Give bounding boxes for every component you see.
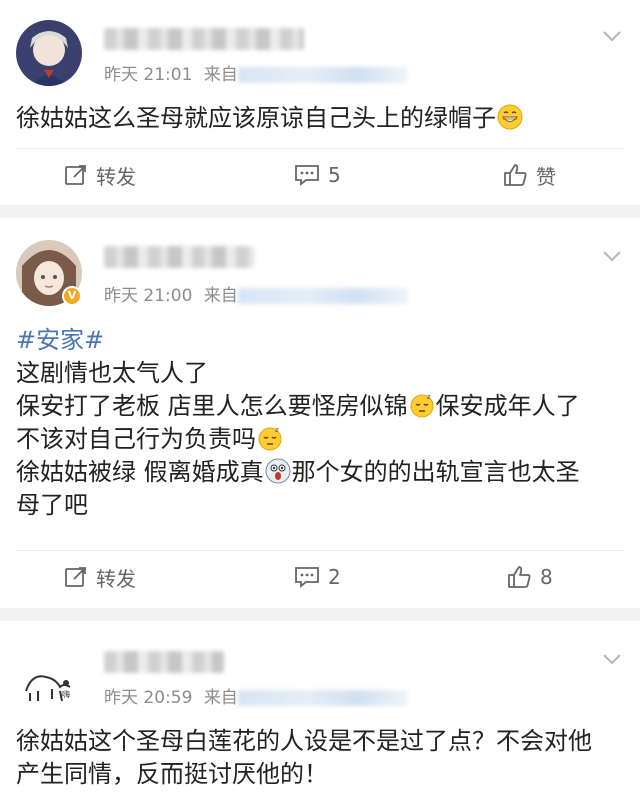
comment-icon bbox=[295, 567, 319, 588]
post-1: 昨天 21:01 来自 徐姑姑这么圣母就应该原谅自己头上的绿帽子 转发 5 赞 bbox=[0, 0, 640, 205]
post-meta: 昨天 21:01 来自 bbox=[104, 60, 408, 85]
chevron-down-icon[interactable] bbox=[602, 653, 622, 665]
chevron-down-icon[interactable] bbox=[602, 30, 622, 42]
shocked-emoji bbox=[265, 458, 291, 484]
username-blurred[interactable] bbox=[104, 28, 304, 50]
action-bar: 转发 2 8 bbox=[0, 552, 640, 602]
post-content: #安家# 这剧情也太气人了 保安打了老板 店里人怎么要怪房似锦 z 保安成年人了 不… bbox=[16, 324, 626, 522]
post-line: 保安成年人了 bbox=[435, 392, 580, 420]
divider bbox=[16, 148, 624, 149]
grin-emoji bbox=[497, 104, 523, 130]
source-label: 来自 bbox=[203, 286, 238, 306]
sleepy-emoji: z bbox=[258, 426, 282, 451]
action-bar: 转发 5 赞 bbox=[0, 150, 640, 200]
post-line: 徐姑姑被绿 假离婚成真 bbox=[16, 458, 264, 486]
source-label: 来自 bbox=[203, 688, 238, 708]
post-separator bbox=[0, 205, 640, 218]
source-blurred bbox=[237, 690, 408, 706]
like-button[interactable]: 赞 bbox=[502, 150, 556, 200]
post-line: 产生同情，反而挺讨厌他的！ bbox=[16, 760, 328, 788]
comment-count: 2 bbox=[328, 565, 341, 589]
post-line: 那个女的的出轨宣言也太圣 bbox=[291, 458, 580, 486]
source-blurred bbox=[237, 288, 408, 304]
post-line: 这剧情也太气人了 bbox=[16, 359, 208, 387]
post-3: 嗨 昨天 20:59 来自 徐姑姑这个圣母白莲花的人设是不是过了点？不会对他 产… bbox=[0, 621, 640, 810]
comment-button[interactable]: 5 bbox=[294, 150, 341, 200]
post-content: 徐姑姑这个圣母白莲花的人设是不是过了点？不会对他 产生同情，反而挺讨厌他的！ bbox=[16, 725, 626, 791]
timestamp: 昨天 20:59 bbox=[104, 688, 193, 708]
svg-text:z: z bbox=[427, 393, 431, 401]
repost-label: 转发 bbox=[96, 566, 136, 591]
repost-button[interactable]: 转发 bbox=[64, 150, 136, 200]
like-label: 赞 bbox=[536, 164, 556, 189]
repost-icon bbox=[65, 165, 86, 185]
post-line: 徐姑姑这个圣母白莲花的人设是不是过了点？不会对他 bbox=[16, 727, 592, 755]
username-blurred[interactable] bbox=[104, 651, 224, 673]
post-meta: 昨天 20:59 来自 bbox=[104, 683, 408, 708]
source-blurred bbox=[237, 67, 408, 83]
repost-label: 转发 bbox=[96, 164, 136, 189]
divider bbox=[16, 550, 624, 551]
avatar[interactable]: 嗨 bbox=[16, 643, 82, 709]
comment-icon bbox=[295, 165, 319, 186]
avatar[interactable] bbox=[16, 20, 82, 86]
comment-button[interactable]: 2 bbox=[294, 552, 341, 602]
post-line: 保安打了老板 店里人怎么要怪房似锦 bbox=[16, 392, 408, 420]
like-button[interactable]: 8 bbox=[506, 552, 553, 602]
comment-count: 5 bbox=[328, 163, 341, 187]
post-text: 徐姑姑这么圣母就应该原谅自己头上的绿帽子 bbox=[16, 104, 496, 132]
timestamp: 昨天 21:01 bbox=[104, 65, 193, 85]
svg-text:嗨: 嗨 bbox=[62, 689, 70, 699]
post-line: 母了吧 bbox=[16, 491, 88, 519]
post-separator bbox=[0, 608, 640, 621]
svg-text:z: z bbox=[275, 426, 279, 434]
repost-icon bbox=[65, 567, 86, 587]
repost-button[interactable]: 转发 bbox=[64, 552, 136, 602]
like-count: 8 bbox=[540, 565, 553, 589]
like-icon bbox=[508, 566, 531, 588]
chevron-down-icon[interactable] bbox=[602, 250, 622, 262]
hashtag-link[interactable]: #安家# bbox=[16, 326, 104, 354]
post-content: 徐姑姑这么圣母就应该原谅自己头上的绿帽子 bbox=[16, 102, 626, 135]
timestamp: 昨天 21:00 bbox=[104, 286, 193, 306]
verified-badge-icon: V bbox=[62, 286, 82, 306]
source-label: 来自 bbox=[203, 65, 238, 85]
post-2: V 昨天 21:00 来自 #安家# 这剧情也太气人了 保安打了老板 店里人怎么… bbox=[0, 218, 640, 608]
like-icon bbox=[504, 164, 527, 186]
post-line: 不该对自己行为负责吗 bbox=[16, 425, 256, 453]
username-blurred[interactable] bbox=[104, 246, 254, 268]
sleepy-emoji: z bbox=[410, 393, 434, 418]
post-meta: 昨天 21:00 来自 bbox=[104, 281, 408, 306]
